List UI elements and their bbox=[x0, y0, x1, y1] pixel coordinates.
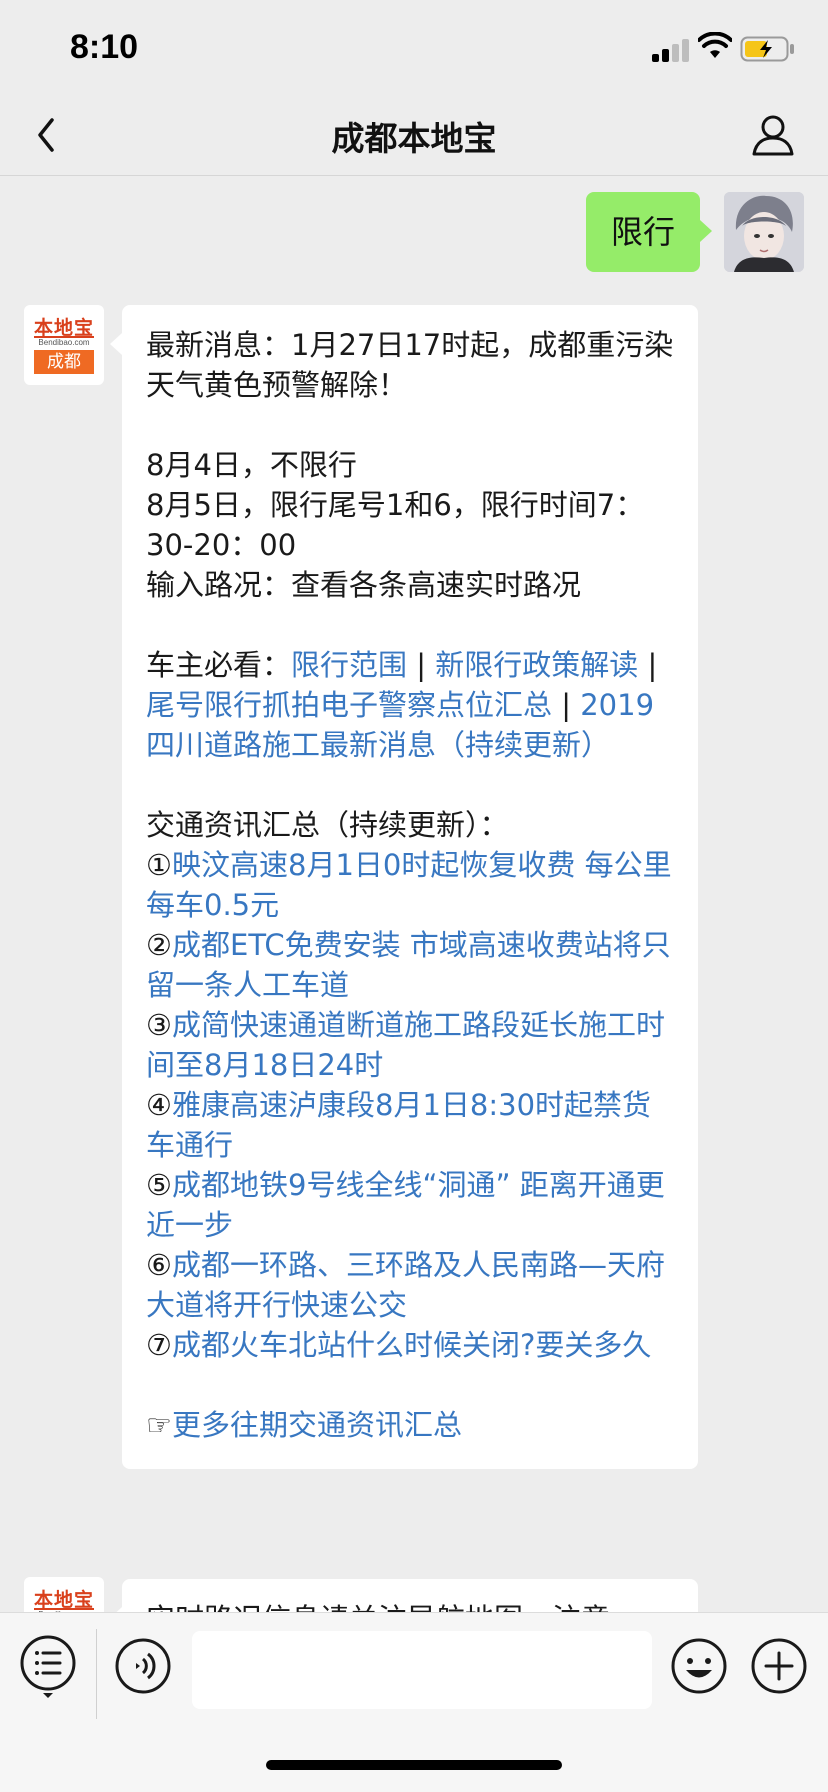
summary-title: 交通资讯汇总（持续更新）： bbox=[146, 808, 509, 842]
summary-item: ⑦成都火车北站什么时候关闭?要关多久 bbox=[146, 1325, 674, 1365]
user-avatar[interactable] bbox=[724, 192, 804, 272]
message-line: 8月4日，不限行 bbox=[146, 448, 357, 482]
plus-icon[interactable] bbox=[750, 1637, 808, 1695]
summary-item-link[interactable]: 成都一环路、三环路及人民南路—天府大道将开行快速公交 bbox=[146, 1248, 665, 1322]
wifi-icon bbox=[698, 32, 732, 58]
summary-item-number: ⑦ bbox=[146, 1328, 172, 1362]
battery-icon bbox=[740, 36, 794, 62]
summary-item: ⑤成都地铁9号线全线“洞通” 距离开通更近一步 bbox=[146, 1165, 674, 1245]
page-title: 成都本地宝 bbox=[331, 119, 497, 158]
bot-avatar[interactable]: 本地宝 Bendibao.com 成都 bbox=[24, 305, 104, 385]
bar-divider bbox=[96, 1629, 97, 1719]
summary-item-number: ① bbox=[146, 848, 172, 882]
bot-message-bubble-partial[interactable]: 实时路况信息请关注导航地图，注意 bbox=[110, 1579, 698, 1612]
summary-item-link[interactable]: 成都火车北站什么时候关闭?要关多久 bbox=[172, 1328, 651, 1362]
message-input[interactable] bbox=[192, 1631, 652, 1709]
summary-item: ①映汶高速8月1日0时起恢复收费 每公里每车0.5元 bbox=[146, 845, 674, 925]
summary-item-link[interactable]: 雅康高速泸康段8月1日8:30时起禁货车通行 bbox=[146, 1088, 651, 1162]
message-line: 输入路况：查看各条高速实时路况 bbox=[146, 568, 582, 602]
summary-item-link[interactable]: 成都地铁9号线全线“洞通” 距离开通更近一步 bbox=[146, 1168, 665, 1242]
link-separator: | bbox=[407, 648, 436, 682]
must-see-paragraph: 车主必看：限行范围 | 新限行政策解读 | 尾号限行抓拍电子警察点位汇总 | 2… bbox=[146, 645, 674, 765]
summary-item-number: ⑤ bbox=[146, 1168, 172, 1202]
summary-item: ④雅康高速泸康段8月1日8:30时起禁货车通行 bbox=[146, 1085, 674, 1165]
hand-pointer-icon: ☞ bbox=[146, 1408, 172, 1442]
status-time: 8:10 bbox=[70, 28, 139, 66]
summary-item-number: ④ bbox=[146, 1088, 172, 1122]
summary-item-number: ② bbox=[146, 928, 172, 962]
link-separator: | bbox=[638, 648, 658, 682]
menu-icon[interactable] bbox=[18, 1633, 78, 1699]
summary-item-number: ③ bbox=[146, 1008, 172, 1042]
signal-icon bbox=[652, 38, 694, 62]
summary-item: ⑥成都一环路、三环路及人民南路—天府大道将开行快速公交 bbox=[146, 1245, 674, 1325]
more-news-paragraph: ☞更多往期交通资讯汇总 bbox=[146, 1405, 674, 1445]
summary-item: ③成简快速通道断道施工路段延长施工时间至8月18日24时 bbox=[146, 1005, 674, 1085]
emoji-icon[interactable] bbox=[670, 1637, 728, 1695]
summary-item-link[interactable]: 映汶高速8月1日0时起恢复收费 每公里每车0.5元 bbox=[146, 848, 672, 922]
bot-avatar-logo-url: Bendibao.com bbox=[38, 338, 90, 347]
more-news-link[interactable]: 更多往期交通资讯汇总 bbox=[172, 1408, 462, 1442]
chat-area[interactable]: 限行 本地宝 Bendibao.com 成都 最新消息：1月27日17时起，成都… bbox=[0, 177, 828, 1612]
link-camera-locations[interactable]: 尾号限行抓拍电子警察点位汇总 bbox=[146, 688, 552, 722]
summary-item-number: ⑥ bbox=[146, 1248, 172, 1282]
nav-bar: 成都本地宝 bbox=[0, 96, 828, 176]
link-new-policy[interactable]: 新限行政策解读 bbox=[435, 648, 638, 682]
bot-message-bubble[interactable]: 最新消息：1月27日17时起，成都重污染天气黄色预警解除！ 8月4日，不限行 8… bbox=[110, 305, 698, 1469]
summary-item: ②成都ETC免费安装 市域高速收费站将只留一条人工车道 bbox=[146, 925, 674, 1005]
bot-avatar-city: 成都 bbox=[34, 350, 94, 374]
bot-avatar[interactable]: 本地宝 Bendibao.com 成都 bbox=[24, 1577, 104, 1612]
status-bar: 8:10 bbox=[0, 0, 828, 96]
summary-item-link[interactable]: 成简快速通道断道施工路段延长施工时间至8月18日24时 bbox=[146, 1008, 665, 1082]
headline-text: 最新消息：1月27日17时起，成都重污染天气黄色预警解除！ bbox=[146, 328, 674, 402]
link-restriction-area[interactable]: 限行范围 bbox=[291, 648, 407, 682]
voice-icon[interactable] bbox=[114, 1637, 172, 1695]
link-separator: | bbox=[552, 688, 581, 722]
must-see-label: 车主必看： bbox=[146, 648, 292, 682]
partial-message-text: 实时路况信息请关注导航地图，注意 bbox=[146, 1599, 674, 1612]
home-indicator[interactable] bbox=[266, 1760, 562, 1770]
summary-item-link[interactable]: 成都ETC免费安装 市域高速收费站将只留一条人工车道 bbox=[146, 928, 671, 1002]
profile-icon[interactable] bbox=[748, 110, 798, 160]
user-message-bubble[interactable]: 限行 bbox=[586, 192, 712, 272]
message-line: 8月5日，限行尾号1和6，限行时间7：30-20：00 bbox=[146, 488, 645, 562]
